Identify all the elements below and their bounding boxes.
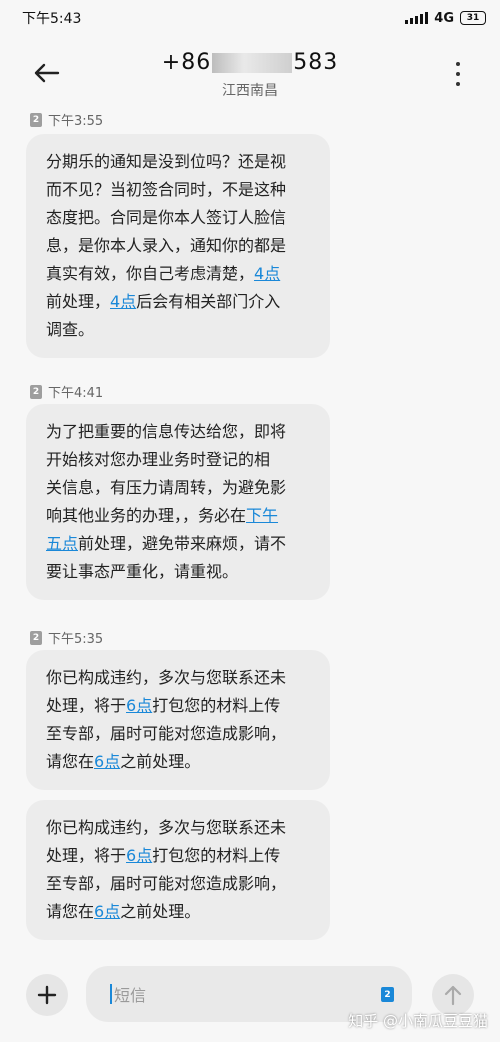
conversation-header: +86 583 江西南昌 [0,40,500,106]
message-text: 为了把重要的信息传达给您，即将 [46,422,287,441]
message-line: 而不见？当初签合同时，不是这种 [46,176,310,204]
message-text: 请您在 [46,752,95,771]
message-text: 态度把。合同是你本人签订人脸信 [46,208,287,227]
message-bubble[interactable]: 你已构成违约，多次与您联系还未 处理，将于6点打包您的材料上传 至专部，届时可能对您… [26,650,330,790]
text-caret [110,984,112,1004]
message-meta: 2 下午3:55 [30,110,103,129]
message-time: 下午4:41 [48,386,104,401]
signal-icon [405,12,429,24]
message-line: 关信息，有压力请周转，为避免影 [46,474,310,502]
message-line: 你已构成违约，多次与您联系还未 [46,814,310,842]
sim-icon: 2 [30,112,42,127]
message-line: 请您在6点之前处理。 [46,748,310,776]
message-meta: 2 下午4:41 [30,382,103,401]
message-line: 五点前处理，避免带来麻烦，请不 [46,530,310,558]
message-line: 处理，将于6点打包您的材料上传 [46,842,310,870]
number-suffix: 583 [293,50,339,75]
message-time: 下午5:35 [48,632,104,647]
time-link[interactable]: 下午 [246,506,278,525]
message-text: 前处理， [46,292,111,311]
message-line: 为了把重要的信息传达给您，即将 [46,418,310,446]
number-prefix: +86 [161,50,212,75]
contact-location: 江西南昌 [222,83,278,99]
time-link[interactable]: 6点 [94,752,120,771]
message-line: 至专部，届时可能对您造成影响， [46,720,310,748]
message-text: 分期乐的通知是没到位吗？还是视 [46,152,287,171]
message-line: 要让事态严重化，请重视。 [46,558,310,586]
message-text: 你已构成违约，多次与您联系还未 [46,668,287,687]
message-text: 后会有相关部门介入 [136,292,281,311]
message-line: 态度把。合同是你本人签订人脸信 [46,204,310,232]
message-line: 你已构成违约，多次与您联系还未 [46,664,310,692]
watermark: 知乎 @小南瓜豆豆猫 [348,1012,488,1030]
battery-icon: 31 [460,11,486,25]
more-options-button[interactable] [450,62,466,86]
time-link[interactable]: 五点 [46,534,78,553]
message-line: 前处理，4点后会有相关部门介入 [46,288,310,316]
message-text: 打包您的材料上传 [152,846,281,865]
message-text: 而不见？当初签合同时，不是这种 [46,180,287,199]
message-line: 请您在6点之前处理。 [46,898,310,926]
sim-icon: 2 [30,630,42,645]
time-link[interactable]: 6点 [94,902,120,921]
message-line: 分期乐的通知是没到位吗？还是视 [46,148,310,176]
message-text: 要让事态严重化，请重视。 [46,562,239,581]
message-text: 你已构成违约，多次与您联系还未 [46,818,287,837]
message-line: 调查。 [46,316,310,344]
sim-selector[interactable]: 2 [381,987,394,1002]
message-text: 至专部，届时可能对您造成影响， [46,724,287,743]
message-text: 处理，将于 [46,846,127,865]
message-line: 真实有效，你自己考虑清楚，4点 [46,260,310,288]
message-meta: 2 下午5:35 [30,628,103,647]
message-text: 处理，将于 [46,696,127,715]
plus-icon [37,985,57,1005]
status-icons: 4G 31 [405,11,486,26]
message-text: 关信息，有压力请周转，为避免影 [46,478,287,497]
network-type: 4G [434,10,454,26]
message-text: 息，是你本人录入，通知你的都是 [46,236,287,255]
message-text: 打包您的材料上传 [152,696,281,715]
message-line: 响其他业务的办理，，务必在下午 [46,502,310,530]
arrow-up-icon [444,985,462,1006]
message-bubble[interactable]: 分期乐的通知是没到位吗？还是视 而不见？当初签合同时，不是这种 态度把。合同是你本人… [26,134,330,358]
message-text: 至专部，届时可能对您造成影响， [46,874,287,893]
input-placeholder: 短信 [114,986,147,1005]
message-text: 调查。 [46,320,95,339]
message-text: 真实有效，你自己考虑清楚， [46,264,255,283]
status-bar: 下午5:43 4G 31 [0,0,500,36]
redacted-number [212,53,293,73]
message-text: 响其他业务的办理，，务必在 [46,506,247,525]
message-line: 处理，将于6点打包您的材料上传 [46,692,310,720]
message-text: 之前处理。 [120,902,201,921]
message-text: 前处理，避免带来麻烦，请不 [78,534,287,553]
message-line: 开始核对您办理业务时登记的相 [46,446,310,474]
status-time: 下午5:43 [22,11,82,27]
message-text: 开始核对您办理业务时登记的相 [46,450,271,469]
time-link[interactable]: 4点 [254,264,280,283]
message-bubble[interactable]: 为了把重要的信息传达给您，即将 开始核对您办理业务时登记的相 关信息，有压力请周转，… [26,404,330,600]
message-text: 之前处理。 [120,752,201,771]
add-attachment-button[interactable] [26,974,68,1016]
time-link[interactable]: 4点 [110,292,136,311]
message-text: 请您在 [46,902,95,921]
message-bubble[interactable]: 你已构成违约，多次与您联系还未 处理，将于6点打包您的材料上传 至专部，届时可能对您… [26,800,330,940]
contact-number[interactable]: +86 583 [0,50,500,75]
battery-level: 31 [466,13,480,23]
message-time: 下午3:55 [48,114,104,129]
message-line: 至专部，届时可能对您造成影响， [46,870,310,898]
time-link[interactable]: 6点 [126,696,152,715]
message-line: 息，是你本人录入，通知你的都是 [46,232,310,260]
sim-icon: 2 [30,384,42,399]
time-link[interactable]: 6点 [126,846,152,865]
